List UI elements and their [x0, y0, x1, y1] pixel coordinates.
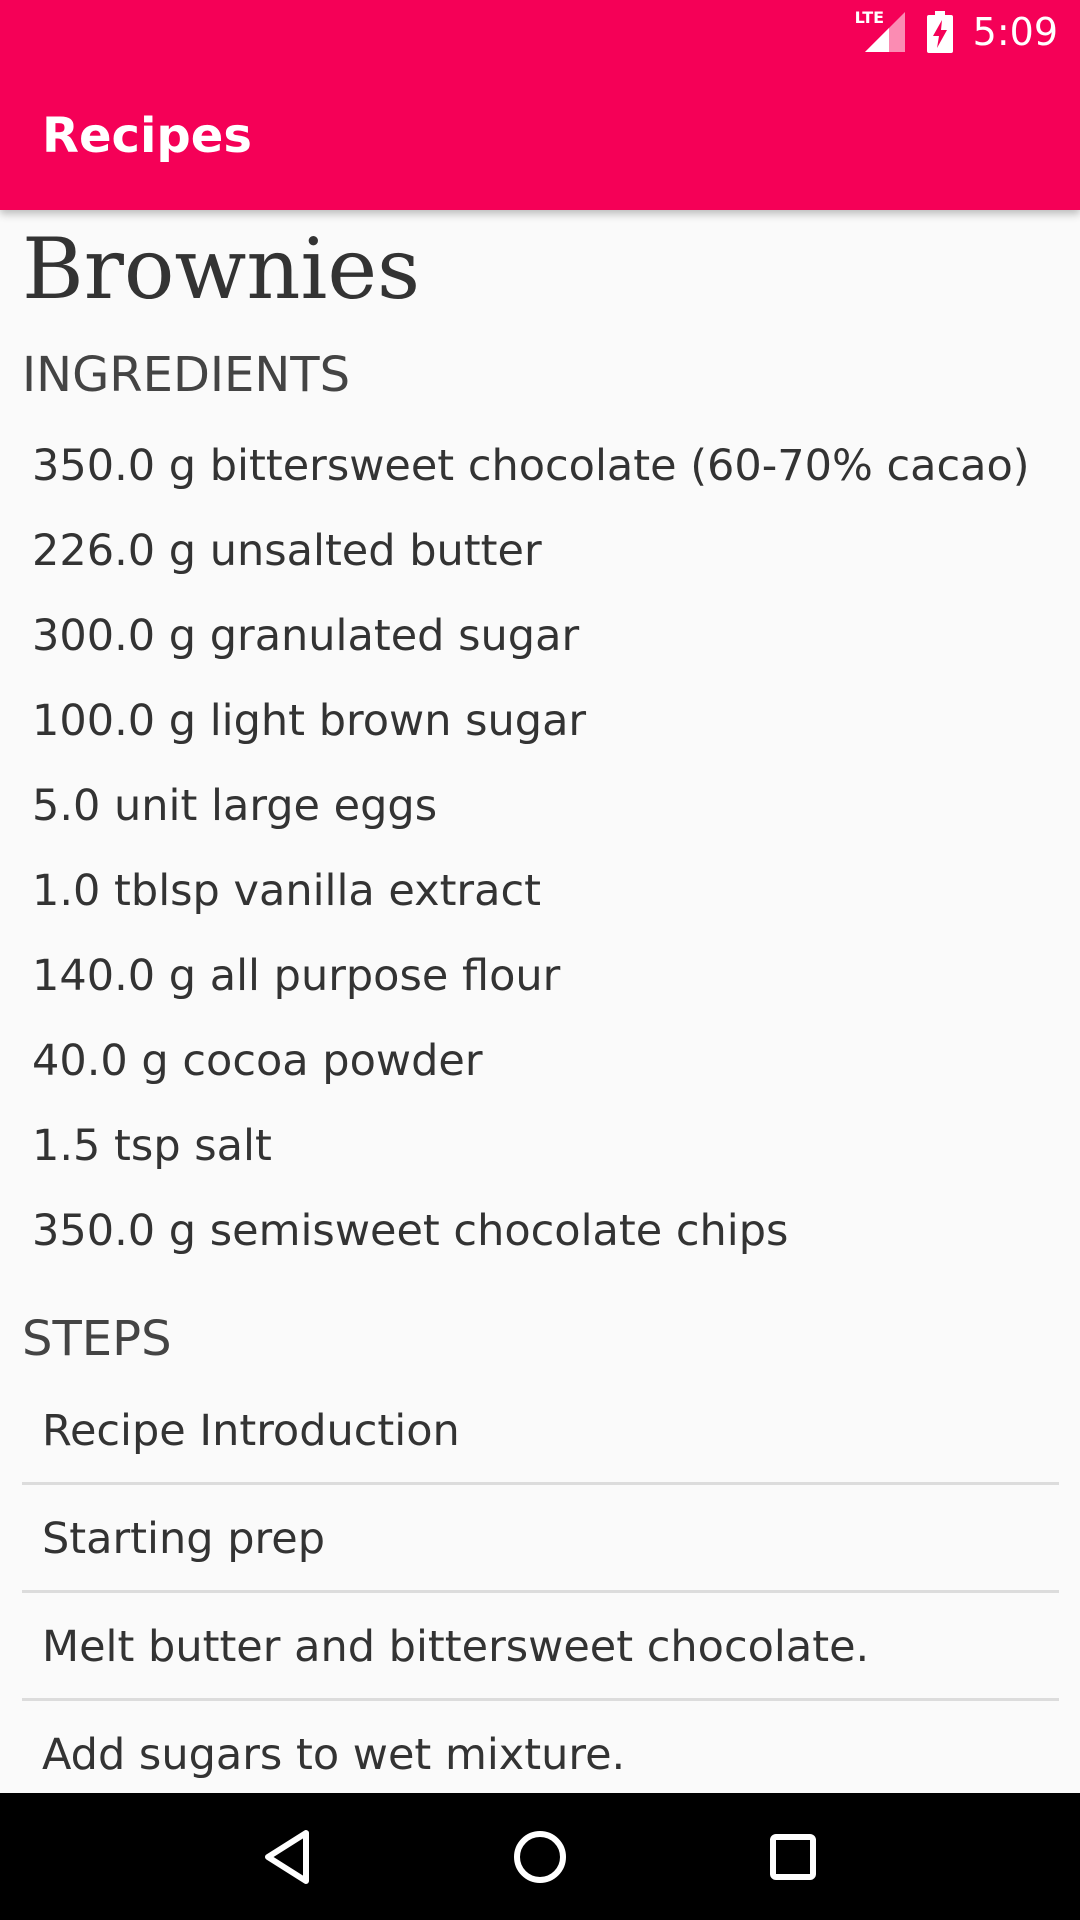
recents-button[interactable]	[758, 1822, 828, 1892]
home-icon	[513, 1830, 566, 1883]
ingredient-item: 226.0 g unsalted butter	[32, 526, 542, 576]
ingredient-item: 350.0 g semisweet chocolate chips	[32, 1206, 789, 1256]
recipe-detail[interactable]: Brownies INGREDIENTS 350.0 g bittersweet…	[0, 210, 1080, 1793]
back-button[interactable]	[252, 1822, 322, 1892]
ingredient-item: 140.0 g all purpose flour	[32, 951, 561, 1001]
lte-signal-icon: LTE	[855, 8, 907, 52]
step-item[interactable]: Recipe Introduction	[22, 1377, 1059, 1485]
steps-list: Recipe Introduction Starting prep Melt b…	[22, 1377, 1059, 1793]
ingredient-item: 40.0 g cocoa powder	[32, 1036, 483, 1086]
step-item[interactable]: Starting prep	[22, 1485, 1059, 1593]
recents-icon	[770, 1833, 817, 1880]
steps-heading: STEPS	[22, 1311, 172, 1367]
battery-charging-icon	[926, 11, 953, 53]
ingredient-item: 1.5 tsp salt	[32, 1121, 272, 1171]
home-button[interactable]	[505, 1822, 575, 1892]
app-title: Recipes	[42, 108, 252, 164]
back-icon	[264, 1829, 309, 1884]
ingredient-item: 300.0 g granulated sugar	[32, 611, 580, 661]
status-icons: LTE 5:09	[855, 6, 1058, 58]
ingredients-list: 350.0 g bittersweet chocolate (60-70% ca…	[32, 424, 1052, 1274]
step-item[interactable]: Add sugars to wet mixture.	[22, 1701, 1059, 1793]
ingredient-item: 100.0 g light brown sugar	[32, 696, 587, 746]
status-time: 5:09	[972, 10, 1058, 54]
navigation-bar	[0, 1793, 1080, 1920]
app-bar: LTE 5:09 Recipes	[0, 0, 1080, 210]
ingredient-item: 350.0 g bittersweet chocolate (60-70% ca…	[32, 441, 1030, 491]
ingredients-heading: INGREDIENTS	[22, 347, 351, 403]
ingredient-item: 1.0 tblsp vanilla extract	[32, 866, 541, 916]
recipe-title: Brownies	[22, 220, 421, 318]
ingredient-item: 5.0 unit large eggs	[32, 781, 438, 831]
step-item[interactable]: Melt butter and bittersweet chocolate.	[22, 1593, 1059, 1701]
status-bar: LTE 5:09	[0, 0, 1080, 63]
lte-label: LTE	[854, 8, 885, 27]
